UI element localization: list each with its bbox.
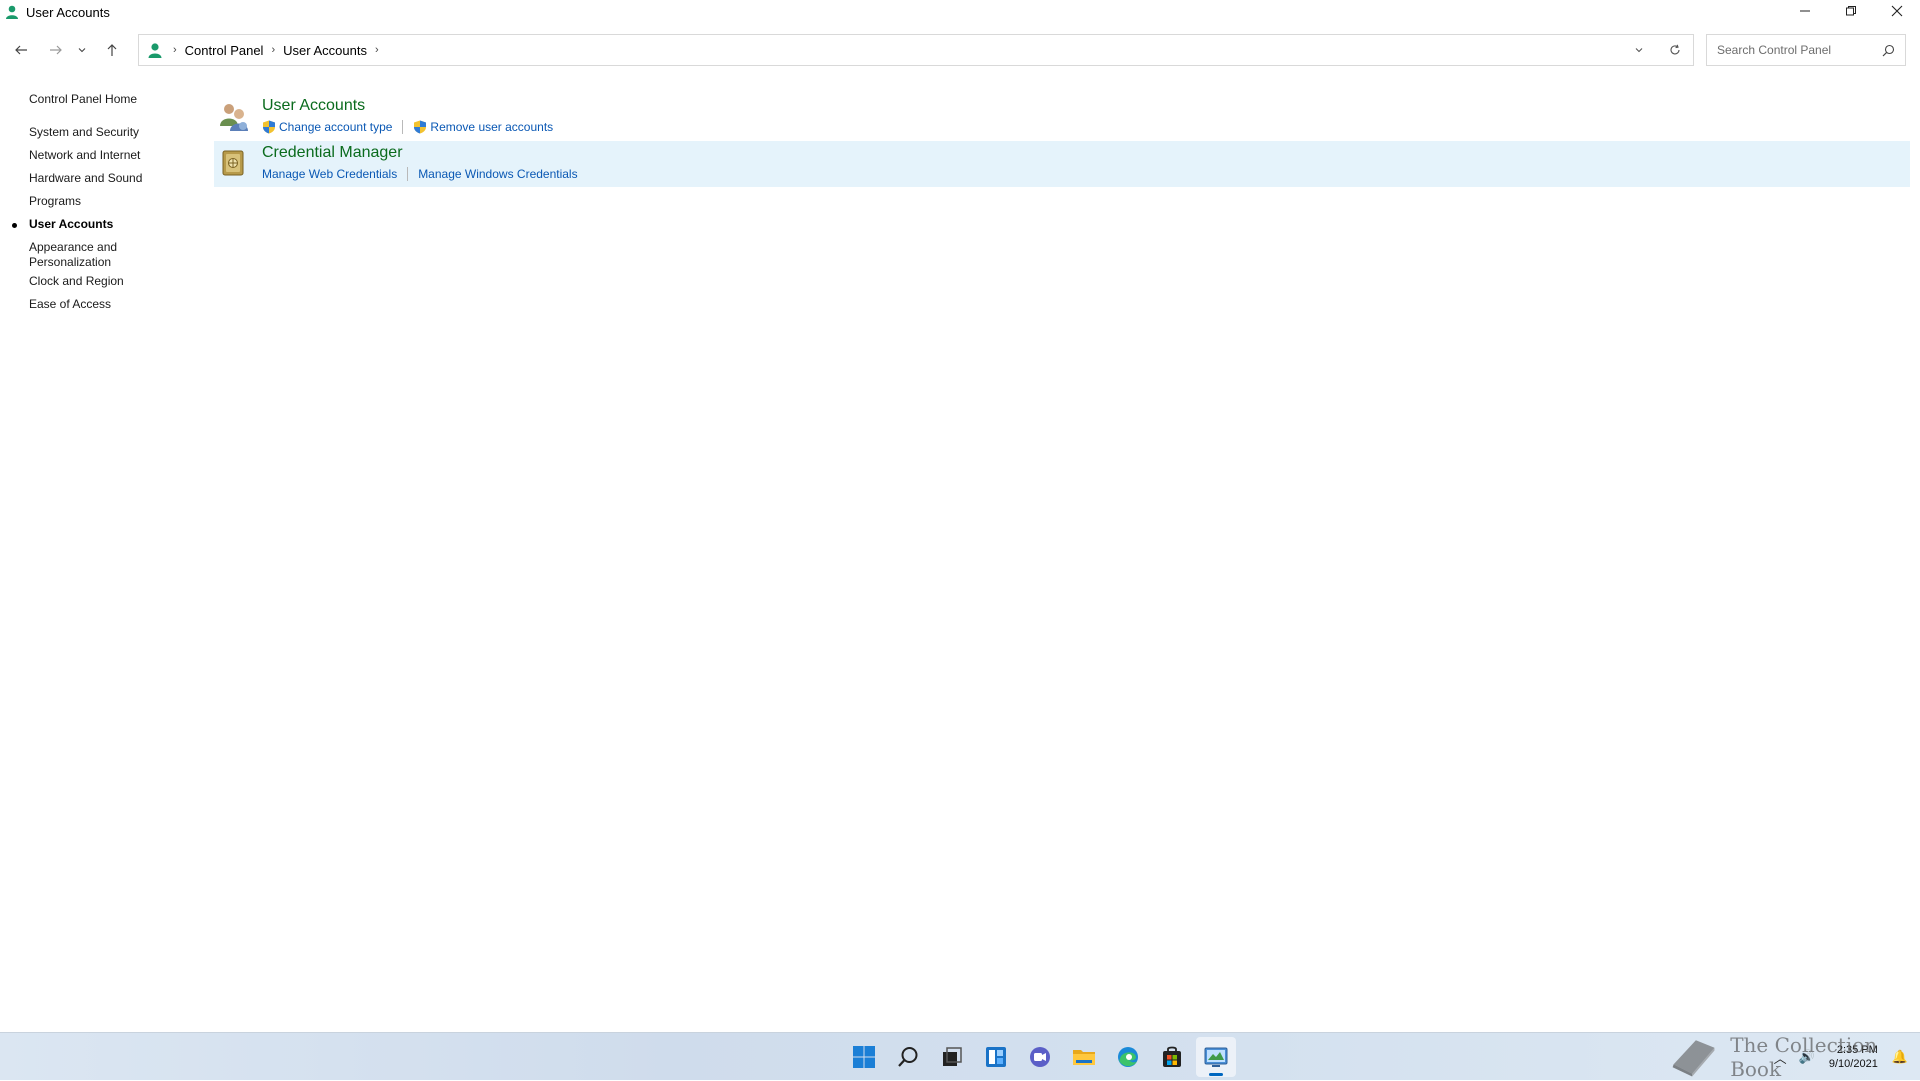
restore-icon	[1846, 6, 1856, 16]
recent-locations-button[interactable]	[73, 35, 91, 65]
group-title-user-accounts[interactable]: User Accounts	[262, 97, 365, 115]
file-explorer-icon	[1073, 1050, 1095, 1065]
start-button[interactable]	[844, 1037, 884, 1077]
sidebar-item-network-and-internet[interactable]: Network and Internet	[29, 148, 159, 163]
search-box[interactable]	[1706, 34, 1906, 66]
refresh-icon	[1670, 44, 1680, 55]
user-accounts-location-icon	[148, 43, 162, 58]
control-panel-button[interactable]	[1196, 1037, 1236, 1077]
search-input[interactable]	[1715, 42, 1875, 58]
breadcrumb-separator: ›	[173, 44, 177, 56]
search-icon	[898, 1047, 918, 1067]
uac-shield-icon	[414, 120, 427, 134]
task-view-button[interactable]	[932, 1037, 972, 1077]
arrow-left-icon	[15, 45, 27, 55]
sidebar-item-system-and-security[interactable]: System and Security	[29, 125, 159, 140]
close-button[interactable]	[1874, 0, 1920, 22]
credential-manager-links: Manage Web Credentials Manage Windows Cr…	[262, 166, 578, 182]
group-credential-manager[interactable]: Credential Manager Manage Web Credential…	[214, 141, 1910, 187]
active-item-bullet	[12, 223, 17, 228]
widgets-icon	[986, 1047, 1006, 1067]
task-view-icon	[943, 1047, 962, 1066]
breadcrumb-separator[interactable]: ›	[267, 44, 279, 56]
change-account-type-link[interactable]: Change account type	[262, 120, 392, 134]
manage-web-credentials-link[interactable]: Manage Web Credentials	[262, 167, 397, 181]
title-bar: User Accounts	[0, 0, 1920, 24]
sidebar-item-clock-and-region[interactable]: Clock and Region	[29, 274, 159, 289]
file-explorer-button[interactable]	[1064, 1037, 1104, 1077]
manage-windows-credentials-link[interactable]: Manage Windows Credentials	[418, 167, 577, 181]
address-history-button[interactable]	[1621, 35, 1657, 65]
edge-button[interactable]	[1108, 1037, 1148, 1077]
sidebar-item-ease-of-access[interactable]: Ease of Access	[29, 297, 159, 312]
watermark: The Collection Book	[1668, 1033, 1920, 1081]
chevron-down-icon	[78, 48, 86, 53]
control-panel-icon	[1204, 1047, 1228, 1067]
sidebar-item-appearance-and-personalization[interactable]: Appearance and Personalization	[29, 240, 159, 270]
users-icon[interactable]	[218, 100, 250, 132]
restore-button[interactable]	[1828, 0, 1874, 22]
sidebar-item-programs[interactable]: Programs	[29, 194, 159, 209]
uac-shield-icon	[263, 120, 275, 134]
group-title-credential-manager[interactable]: Credential Manager	[262, 144, 403, 162]
arrow-right-icon	[50, 45, 62, 55]
book-icon	[1672, 1040, 1715, 1077]
vault-icon[interactable]	[218, 147, 250, 179]
watermark-text: The Collection Book	[1730, 1033, 1878, 1081]
sidebar-control-panel-home[interactable]: Control Panel Home	[29, 92, 137, 106]
window-controls	[1782, 0, 1920, 24]
navigation-row: › Control Panel › User Accounts ›	[0, 32, 1920, 68]
chat-button[interactable]	[1020, 1037, 1060, 1077]
widgets-button[interactable]	[976, 1037, 1016, 1077]
remove-user-accounts-link[interactable]: Remove user accounts	[413, 120, 553, 134]
chat-icon	[1030, 1047, 1050, 1067]
refresh-button[interactable]	[1657, 35, 1693, 65]
start-icon	[853, 1046, 875, 1068]
forward-button[interactable]	[41, 35, 71, 65]
taskbar-apps	[842, 1033, 1238, 1081]
edge-icon	[1118, 1047, 1138, 1067]
group-user-accounts: User Accounts Change account type Remove…	[214, 94, 1910, 140]
breadcrumb-separator[interactable]: ›	[371, 44, 383, 56]
search-icon[interactable]	[1882, 44, 1895, 57]
breadcrumb-control-panel[interactable]: Control Panel	[181, 43, 268, 58]
minimize-icon	[1800, 10, 1810, 12]
sidebar-item-hardware-and-sound[interactable]: Hardware and Sound	[29, 171, 159, 186]
user-accounts-app-icon	[6, 5, 18, 19]
breadcrumb-user-accounts[interactable]: User Accounts	[279, 43, 371, 58]
user-accounts-links: Change account type Remove user accounts	[262, 119, 553, 135]
up-button[interactable]	[97, 35, 127, 65]
address-bar[interactable]: › Control Panel › User Accounts ›	[138, 34, 1694, 66]
link-divider	[402, 120, 404, 134]
window-title: User Accounts	[26, 4, 110, 20]
chevron-down-icon	[1635, 48, 1643, 53]
store-icon	[1163, 1046, 1181, 1067]
taskbar-search-button[interactable]	[888, 1037, 928, 1077]
close-icon	[1891, 5, 1903, 17]
minimize-button[interactable]	[1782, 0, 1828, 22]
remove-user-accounts-label: Remove user accounts	[430, 120, 554, 134]
arrow-up-icon	[107, 44, 117, 56]
taskbar: ︿ 🔊 2:35 PM 9/10/2021 🔔	[0, 1032, 1920, 1080]
change-account-type-label: Change account type	[279, 120, 393, 134]
link-divider	[407, 167, 409, 181]
back-button[interactable]	[6, 35, 36, 65]
address-actions	[1621, 35, 1693, 65]
store-button[interactable]	[1152, 1037, 1192, 1077]
sidebar-item-user-accounts[interactable]: User Accounts	[29, 217, 159, 232]
